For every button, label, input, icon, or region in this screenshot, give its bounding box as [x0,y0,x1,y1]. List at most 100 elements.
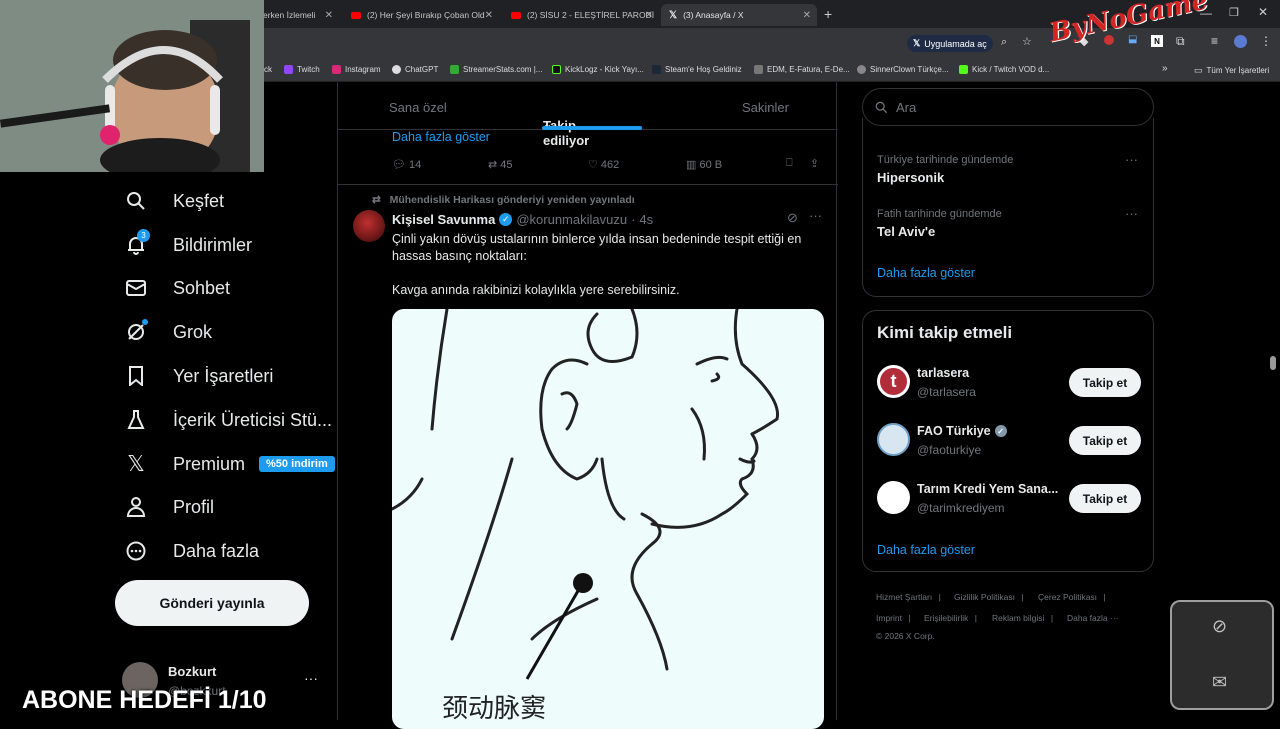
glass-overlay-widget: ⊘ ✉ [1170,600,1274,710]
tab-for-you[interactable]: Sana özel [389,100,447,115]
grok-icon[interactable]: ⊘ [787,210,798,226]
notification-badge: 3 [137,229,150,242]
browser-tab-active[interactable]: 𝕏 (3) Anasayfa / X ✕ [661,4,817,26]
like-button[interactable]: ♡ 462 [588,158,619,171]
sidebar-item-explore[interactable]: Keşfet [115,181,345,221]
sidebar-item-creator-studio[interactable]: İçerik Üreticisi Stü... [115,400,345,440]
repost-button[interactable]: ⇄ 45 [488,158,513,171]
trends-show-more[interactable]: Daha fazla göster [877,266,975,280]
follow-button[interactable]: Takip et [1069,484,1141,513]
sidebar-item-grok[interactable]: Grok [115,312,345,352]
author-name[interactable]: Kişisel Savunma [392,212,495,227]
follow-button[interactable]: Takip et [1069,368,1141,397]
search-input[interactable]: Ara [896,100,916,115]
scrollbar-thumb[interactable] [1270,356,1276,370]
close-tab-icon[interactable]: ✕ [803,10,811,21]
footer-link[interactable]: Daha fazla ··· [1067,613,1119,623]
chatgpt-icon [392,65,401,74]
sidebar-item-notifications[interactable]: 3 Bildirimler [115,225,345,265]
close-window-icon[interactable]: ✕ [1258,5,1268,19]
avatar[interactable]: t [877,365,910,398]
close-tab-icon[interactable]: ✕ [485,10,493,21]
kebab-menu-icon[interactable]: ⋮ [1260,34,1272,48]
bell-icon: 3 [125,229,150,256]
bookmark-item[interactable]: StreamerStats.com |... [450,65,542,74]
twitch-icon [284,65,293,74]
footer-link[interactable]: Gizlilik Politikası | [954,592,1024,602]
share-icon[interactable]: ⇪ [810,157,819,170]
dot-separator: · [631,212,636,227]
repost-context: ⇄ Mühendislik Harikası gönderiyi yeniden… [372,194,635,206]
mail-icon [125,277,147,299]
post-button[interactable]: Gönderi yayınla [115,580,309,626]
streamerstats-icon [450,65,459,74]
browser-tab[interactable]: (2) Her Şeyi Bırakıp Çoban Old ✕ [343,4,499,26]
bookmark-item[interactable]: Twitch [284,65,320,74]
follow-button[interactable]: Takip et [1069,426,1141,455]
footer-link[interactable]: Reklam bilgisi | [992,613,1053,623]
bookmark-item[interactable]: KickLogz - Kick Yayı... [552,65,644,74]
new-tab-icon[interactable]: + [824,6,832,22]
extension-icon[interactable]: ⬓ [1128,34,1137,45]
unread-dot [142,319,148,325]
browser-tab[interactable]: erken İzlemeli ✕ [255,4,339,26]
tweet-image[interactable]: 颈动脉窦 [392,309,824,729]
sidebar-item-chat[interactable]: Sohbet [115,268,345,308]
footer-link[interactable]: Imprint | [876,613,911,623]
verified-badge-icon: ✓ [994,425,1007,437]
star-icon[interactable]: ☆ [1022,35,1032,48]
sidebar-item-bookmarks[interactable]: Yer İşaretleri [115,356,345,396]
suggested-user-name[interactable]: tarlasera [917,366,969,380]
trend-item[interactable]: Fatih tarihinde gündemde Tel Aviv'e [877,208,1002,239]
media-icon[interactable]: ≡ [1211,34,1218,48]
more-options-icon[interactable]: ··· [809,208,822,223]
account-menu-icon[interactable]: ··· [304,670,318,686]
footer-link[interactable]: Çerez Politikası | [1038,592,1106,602]
x-logo-icon: 𝕏 [127,451,145,476]
browser-tab[interactable]: (2) SİSU 2 - ELEŞTİREL PARODİ ✕ [503,4,659,26]
tweet-time[interactable]: 4s [639,212,653,227]
more-bookmarks-icon[interactable]: » [1162,63,1168,74]
bookmark-item[interactable]: ChatGPT [392,65,438,74]
puzzle-icon[interactable]: ⧉ [1176,34,1185,49]
trend-item[interactable]: Türkiye tarihinde gündemde Hipersonik [877,154,1013,185]
suggested-user-name[interactable]: FAO Türkiye ✓ [917,424,1007,438]
suggested-user-name[interactable]: Tarım Kredi Yem Sana... [917,482,1058,496]
open-in-app-chip[interactable]: 𝕏 Uygulamada aç [907,35,993,52]
author-handle[interactable]: @korunmakilavuzu [516,212,627,227]
trend-more-icon[interactable]: ··· [1125,206,1138,221]
streamer-webcam-image [0,0,264,172]
bookmark-item[interactable]: EDM, E-Fatura, E-De... [754,65,850,74]
bookmark-item[interactable]: Instagram [332,65,381,74]
trend-more-icon[interactable]: ··· [1125,152,1138,167]
who-to-follow-show-more[interactable]: Daha fazla göster [877,543,975,557]
bookmark-item[interactable]: ck [264,65,272,74]
views-button[interactable]: ▥ 60 B [686,158,722,171]
bookmark-item[interactable]: SinnerClown Türkçe... [857,65,949,74]
tab-residents[interactable]: Sakinler [742,100,789,115]
footer-link[interactable]: Erişilebilirlik | [924,613,977,623]
avatar[interactable] [877,481,910,514]
mail-icon[interactable]: ✉ [1212,672,1227,693]
profile-avatar-icon[interactable] [1234,35,1247,48]
author-avatar[interactable] [353,210,385,242]
show-more-link[interactable]: Daha fazla göster [392,130,490,144]
bookmark-item[interactable]: Steam'e Hoş Geldiniz [652,65,742,74]
grok-icon[interactable]: ⊘ [1212,616,1227,637]
footer-link[interactable]: Hizmet Şartları | [876,592,941,602]
sidebar-item-more[interactable]: Daha fazla [115,531,345,571]
suggested-user-handle: @faoturkiye [917,443,982,457]
zoom-icon[interactable]: ⌕ [1001,36,1007,49]
bookmark-icon[interactable]: ⎕ [786,157,793,170]
notion-icon[interactable]: N [1151,35,1163,47]
all-bookmarks[interactable]: ▭ Tüm Yer İşaretleri [1194,65,1269,76]
active-tab-indicator [542,126,642,130]
sidebar-item-premium[interactable]: 𝕏 Premium %50 indirim [115,444,345,484]
reply-button[interactable]: 💬︎ 14 [392,158,421,171]
close-tab-icon[interactable]: ✕ [645,10,653,21]
sidebar-item-profile[interactable]: Profil [115,487,345,527]
bookmark-item[interactable]: Kick / Twitch VOD d... [959,65,1049,74]
avatar[interactable] [877,423,910,456]
maximize-icon[interactable]: ❐ [1229,6,1239,19]
close-tab-icon[interactable]: ✕ [325,10,333,21]
